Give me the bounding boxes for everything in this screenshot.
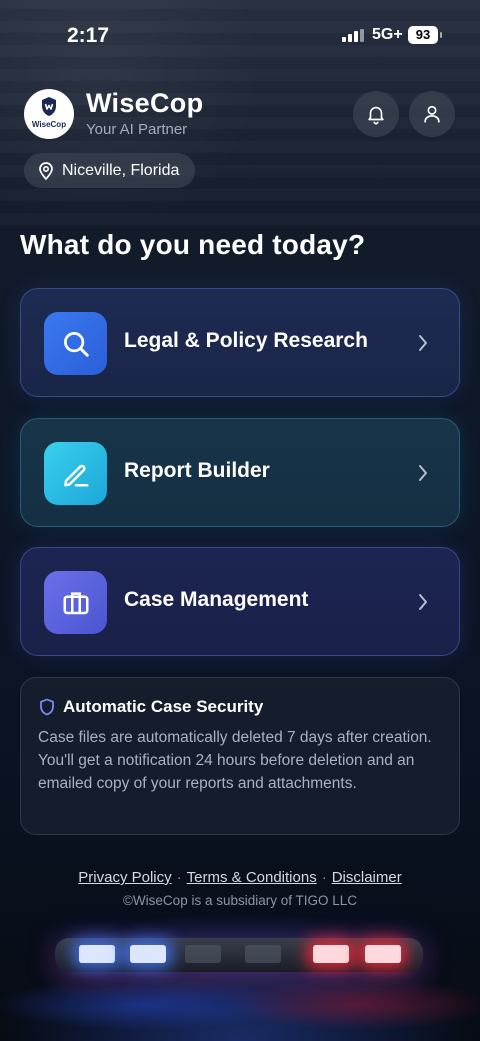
card-label: Case Management (124, 588, 309, 611)
app-subtitle: Your AI Partner (86, 121, 188, 138)
briefcase-icon (63, 591, 88, 614)
status-time: 2:17 (67, 24, 110, 47)
page-headline: What do you need today? (20, 229, 366, 260)
shield-icon (40, 698, 54, 716)
map-pin-icon (39, 161, 53, 180)
app-logo: WiseCop (24, 89, 74, 139)
notifications-button[interactable] (353, 91, 399, 137)
profile-button[interactable] (409, 91, 455, 137)
copyright-text: ©WiseCop is a subsidiary of TIGO LLC (122, 893, 358, 908)
search-icon (63, 331, 89, 357)
user-icon (424, 105, 440, 123)
police-lightbar-graphic (55, 938, 423, 972)
search-icon-tile (44, 312, 107, 375)
report-builder-card[interactable]: Report Builder (20, 418, 460, 527)
network-type: 5G+ (372, 26, 403, 43)
chevron-right-icon (419, 335, 427, 351)
light-reflection (0, 980, 480, 1041)
disclaimer-link[interactable]: Disclaimer (332, 869, 402, 886)
location-selector[interactable]: Niceville, Florida (24, 153, 196, 188)
separator: · (176, 869, 182, 886)
blue-light (79, 945, 115, 963)
chevron-right-icon (419, 594, 427, 610)
case-security-notice: Automatic Case Security Case files are a… (20, 677, 460, 835)
app-title: WiseCop (86, 88, 204, 118)
chevron-right-icon (419, 465, 427, 481)
red-light (313, 945, 349, 963)
blue-light (130, 945, 166, 963)
pencil-icon (63, 464, 88, 486)
notice-body: Case files are automatically deleted 7 d… (38, 729, 432, 792)
status-bar: 2:17 5G+ 93 (0, 0, 480, 72)
cellular-signal-icon (342, 29, 364, 42)
pencil-icon-tile (44, 442, 107, 505)
briefcase-icon-tile (44, 571, 107, 634)
separator: · (321, 869, 327, 886)
card-label: Report Builder (124, 459, 270, 482)
inactive-light (245, 945, 281, 963)
footer-links: Privacy Policy · Terms & Conditions · Discla… (0, 869, 480, 886)
logo-text: WiseCop (31, 120, 67, 129)
card-label: Legal & Policy Research (124, 329, 368, 352)
legal-policy-research-card[interactable]: Legal & Policy Research (20, 288, 460, 397)
red-light (365, 945, 401, 963)
inactive-light (185, 945, 221, 963)
notice-title: Automatic Case Security (63, 697, 264, 716)
case-management-card[interactable]: Case Management (20, 547, 460, 656)
privacy-policy-link[interactable]: Privacy Policy (78, 869, 171, 886)
location-label: Niceville, Florida (62, 161, 180, 179)
badge-icon (42, 97, 56, 116)
bell-icon (368, 106, 384, 125)
battery-icon: 93 (408, 26, 442, 44)
terms-conditions-link[interactable]: Terms & Conditions (187, 869, 317, 886)
